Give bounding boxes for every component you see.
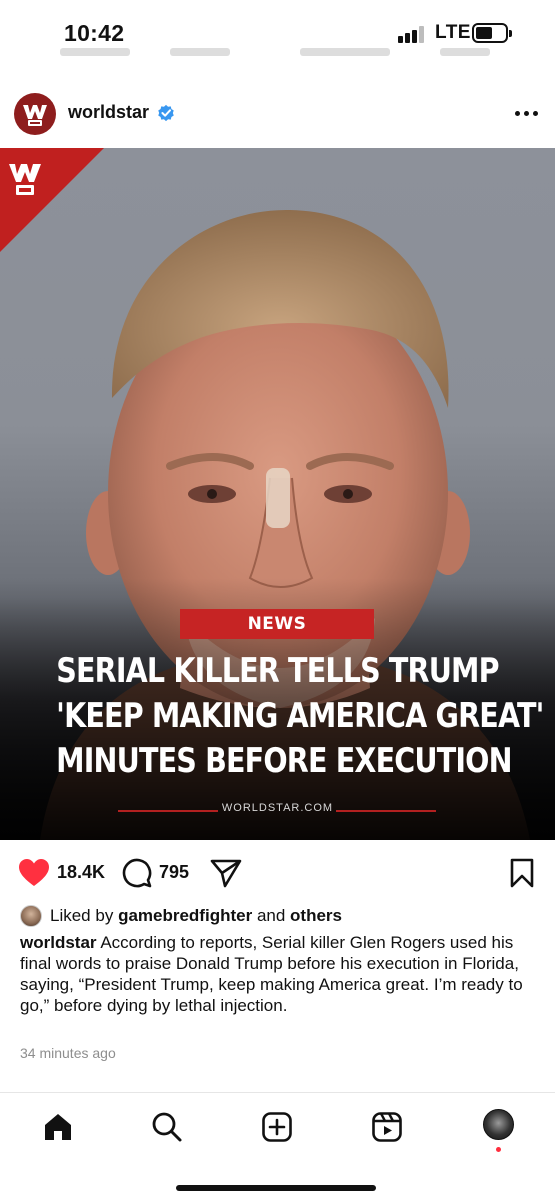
headline: SERIAL KILLER TELLS TRUMP 'KEEP MAKING A… (56, 649, 544, 784)
post-timestamp: 34 minutes ago (20, 1045, 116, 1061)
caption-username[interactable]: worldstar (20, 933, 97, 952)
like-count[interactable]: 18.4K (57, 862, 105, 883)
signal-icon (398, 25, 428, 43)
news-tag: NEWS (180, 609, 374, 639)
liked-by-connector: and (256, 906, 286, 925)
verified-icon (158, 104, 174, 122)
post-image[interactable]: NEWS SERIAL KILLER TELLS TRUMP 'KEEP MAK… (0, 148, 555, 840)
worldstar-logo-icon (23, 105, 47, 126)
bottom-nav (0, 1092, 555, 1200)
create-icon[interactable] (261, 1111, 293, 1143)
comment-icon[interactable] (122, 858, 152, 888)
battery-icon (472, 23, 512, 43)
bookmark-icon[interactable] (509, 858, 535, 888)
scrolled-text-fragment (0, 46, 555, 60)
reels-icon[interactable] (371, 1111, 403, 1143)
worldstar-logo-icon (9, 164, 41, 195)
send-icon[interactable] (210, 858, 242, 888)
post-caption: worldstar According to reports, Serial k… (20, 932, 535, 1016)
home-indicator (176, 1185, 376, 1191)
heart-icon[interactable] (18, 858, 50, 888)
liked-by-text[interactable]: Liked by gamebredfighter and others (50, 906, 342, 926)
liked-by-others[interactable]: others (290, 906, 342, 925)
liked-by-prefix: Liked by (50, 906, 114, 925)
search-icon[interactable] (151, 1111, 183, 1143)
status-bar: 10:42 LTE (0, 0, 555, 62)
headline-line: 'KEEP MAKING AMERICA GREAT' (56, 696, 544, 736)
headline-line: MINUTES BEFORE EXECUTION (56, 741, 512, 781)
status-time: 10:42 (64, 20, 125, 46)
post-username[interactable]: worldstar (68, 102, 149, 123)
worldstar-corner-logo (8, 160, 42, 204)
liked-by-user[interactable]: gamebredfighter (118, 906, 252, 925)
liker-avatar (20, 905, 42, 927)
source-site: WORLDSTAR.COM (221, 802, 334, 814)
account-avatar[interactable] (14, 93, 56, 135)
liked-by[interactable]: Liked by gamebredfighter and others (20, 903, 540, 929)
post-actions: 18.4K 795 (0, 852, 555, 896)
headline-line: SERIAL KILLER TELLS TRUMP (56, 651, 499, 691)
notification-dot (496, 1147, 501, 1152)
more-icon[interactable] (515, 108, 539, 118)
network-label: LTE (435, 22, 471, 43)
comment-count[interactable]: 795 (159, 862, 189, 883)
profile-avatar[interactable] (483, 1109, 514, 1140)
post-header: worldstar (0, 84, 555, 144)
home-icon[interactable] (42, 1111, 74, 1143)
